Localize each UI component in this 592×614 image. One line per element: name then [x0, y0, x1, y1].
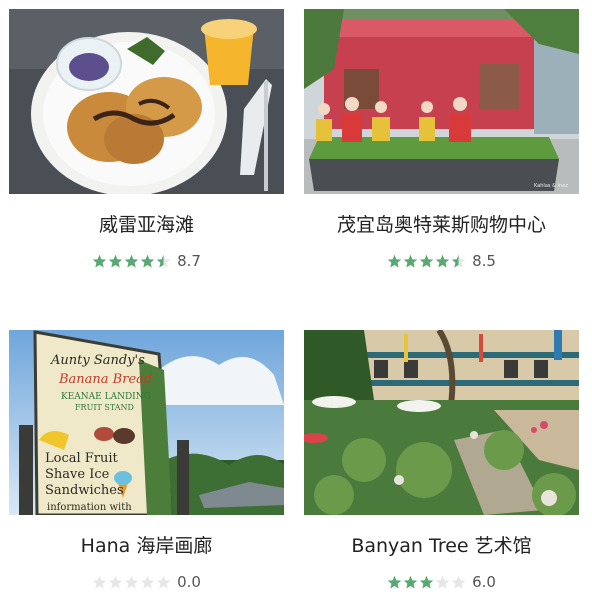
svg-text:Kahlas & Inez: Kahlas & Inez	[534, 183, 568, 189]
star-empty-icon	[92, 575, 107, 588]
sign-text-line: information with	[47, 502, 132, 513]
sign-text-line: Sandwiches	[45, 483, 124, 498]
rating-score: 8.7	[177, 252, 201, 270]
attraction-card[interactable]: Banyan Tree 艺术馆 6.0	[304, 330, 579, 592]
star-full-icon	[403, 575, 418, 588]
star-empty-icon	[108, 575, 123, 588]
star-empty-icon	[124, 575, 139, 588]
star-full-icon	[108, 254, 123, 267]
rating-row: 6.0	[304, 572, 579, 592]
star-rating	[92, 575, 171, 590]
attraction-card[interactable]: Kahlas & Inez 茂宜岛奥特莱斯购物中心 8.5	[304, 9, 579, 271]
star-full-icon	[387, 254, 402, 267]
attraction-title[interactable]: 茂宜岛奥特莱斯购物中心	[304, 213, 579, 237]
star-empty-icon	[451, 575, 466, 588]
star-empty-icon	[140, 575, 155, 588]
star-half-icon	[451, 254, 466, 267]
star-rating	[387, 254, 466, 269]
rating-row: 8.7	[9, 251, 284, 271]
sign-text-line: Local Fruit	[45, 451, 119, 466]
attraction-photo-courtyard-garden[interactable]	[304, 330, 579, 515]
star-empty-icon	[435, 575, 450, 588]
star-empty-icon	[156, 575, 171, 588]
star-full-icon	[419, 575, 434, 588]
rating-row: 8.5	[304, 251, 579, 271]
star-full-icon	[140, 254, 155, 267]
sign-text-line: KEANAE LANDING	[61, 392, 151, 402]
sign-text-line: Shave Ice	[45, 467, 110, 482]
star-half-icon	[156, 254, 171, 267]
star-full-icon	[419, 254, 434, 267]
star-full-icon	[124, 254, 139, 267]
star-full-icon	[403, 254, 418, 267]
attraction-photo-banana-bread-sign[interactable]: Aunty Sandy's Banana Bread KEANAE LANDIN…	[9, 330, 284, 515]
rating-row: 0.0	[9, 572, 284, 592]
sign-text-line: FRUIT STAND	[75, 403, 134, 412]
rating-score: 6.0	[472, 573, 496, 591]
rating-score: 0.0	[177, 573, 201, 591]
star-rating	[92, 254, 171, 269]
attraction-photo-waffle-breakfast[interactable]	[9, 9, 284, 194]
star-full-icon	[92, 254, 107, 267]
attraction-photo-hula-dancers[interactable]: Kahlas & Inez	[304, 9, 579, 194]
attraction-card[interactable]: Aunty Sandy's Banana Bread KEANAE LANDIN…	[9, 330, 284, 592]
star-full-icon	[387, 575, 402, 588]
attraction-card[interactable]: 威雷亚海滩 8.7	[9, 9, 284, 271]
star-full-icon	[435, 254, 450, 267]
sign-text-line: Aunty Sandy's	[50, 353, 145, 368]
sign-text-line: Banana Bread	[58, 372, 152, 387]
rating-score: 8.5	[472, 252, 496, 270]
attraction-title[interactable]: 威雷亚海滩	[9, 213, 284, 237]
star-rating	[387, 575, 466, 590]
attraction-title[interactable]: Hana 海岸画廊	[9, 534, 284, 558]
attraction-title[interactable]: Banyan Tree 艺术馆	[304, 534, 579, 558]
